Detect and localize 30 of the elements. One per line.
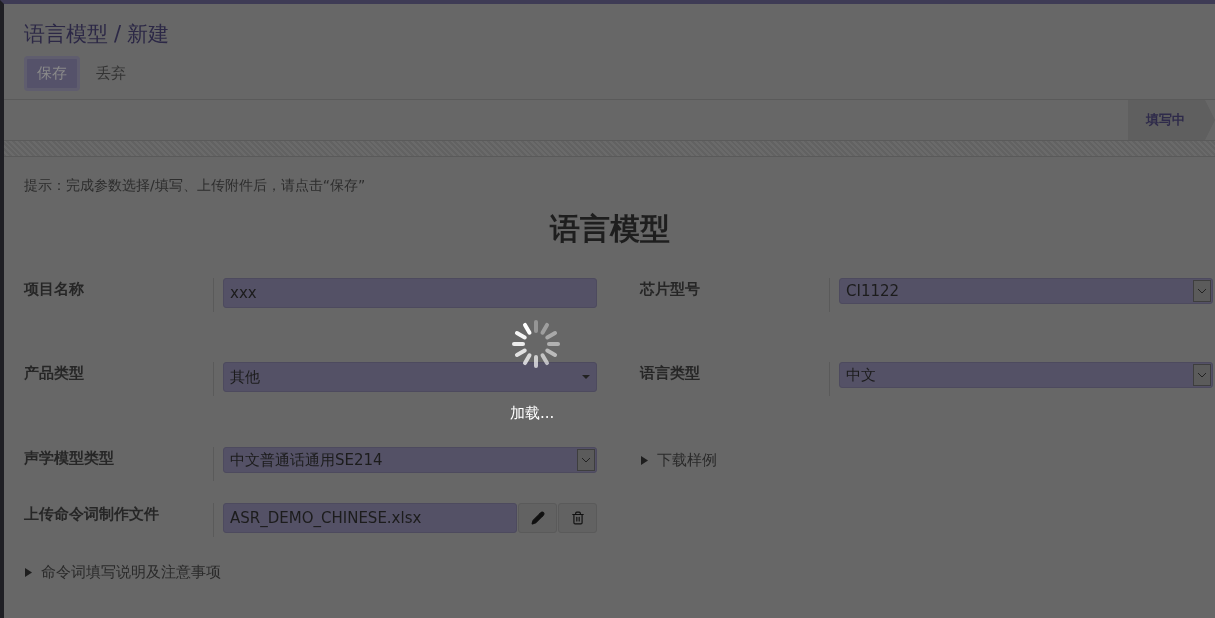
field-label: 上传命令词制作文件	[24, 504, 160, 524]
chevron-icon	[577, 449, 595, 471]
download-sample-toggle[interactable]: 下载样例	[640, 451, 717, 470]
text-input[interactable]: xxx	[223, 278, 597, 308]
field-label: 项目名称	[24, 279, 85, 299]
field-label: 芯片型号	[640, 279, 701, 299]
page-title: 新建	[127, 21, 170, 48]
field-label: 产品类型	[24, 363, 85, 383]
chevron-icon	[1193, 364, 1211, 386]
form-title: 语言模型	[548, 210, 671, 248]
caret-icon	[582, 375, 590, 379]
field-label: 声学模型类型	[24, 448, 115, 468]
notes-toggle[interactable]: 命令词填写说明及注意事项	[24, 563, 221, 582]
caret-right-icon	[24, 568, 33, 577]
select-field[interactable]: 中文	[839, 362, 1213, 388]
select-field[interactable]: CI1122	[839, 278, 1213, 304]
caret-right-icon	[640, 456, 649, 465]
edit-button[interactable]	[518, 503, 557, 533]
delete-button[interactable]	[558, 503, 597, 533]
breadcrumb-link[interactable]: 语言模型	[24, 20, 108, 48]
select-field[interactable]: 中文普通话通用SE214	[223, 447, 597, 473]
pencil-icon	[530, 511, 545, 525]
chevron-icon	[1193, 280, 1211, 302]
save-button[interactable]: 保存	[24, 56, 80, 91]
breadcrumb-separator: /	[114, 22, 122, 46]
dropdown-field[interactable]: 其他	[223, 362, 597, 392]
loading-text: 加载...	[510, 404, 555, 423]
file-input[interactable]: ASR_DEMO_CHINESE.xlsx	[223, 503, 517, 533]
field-label: 语言类型	[640, 363, 701, 383]
trash-icon	[570, 511, 585, 525]
